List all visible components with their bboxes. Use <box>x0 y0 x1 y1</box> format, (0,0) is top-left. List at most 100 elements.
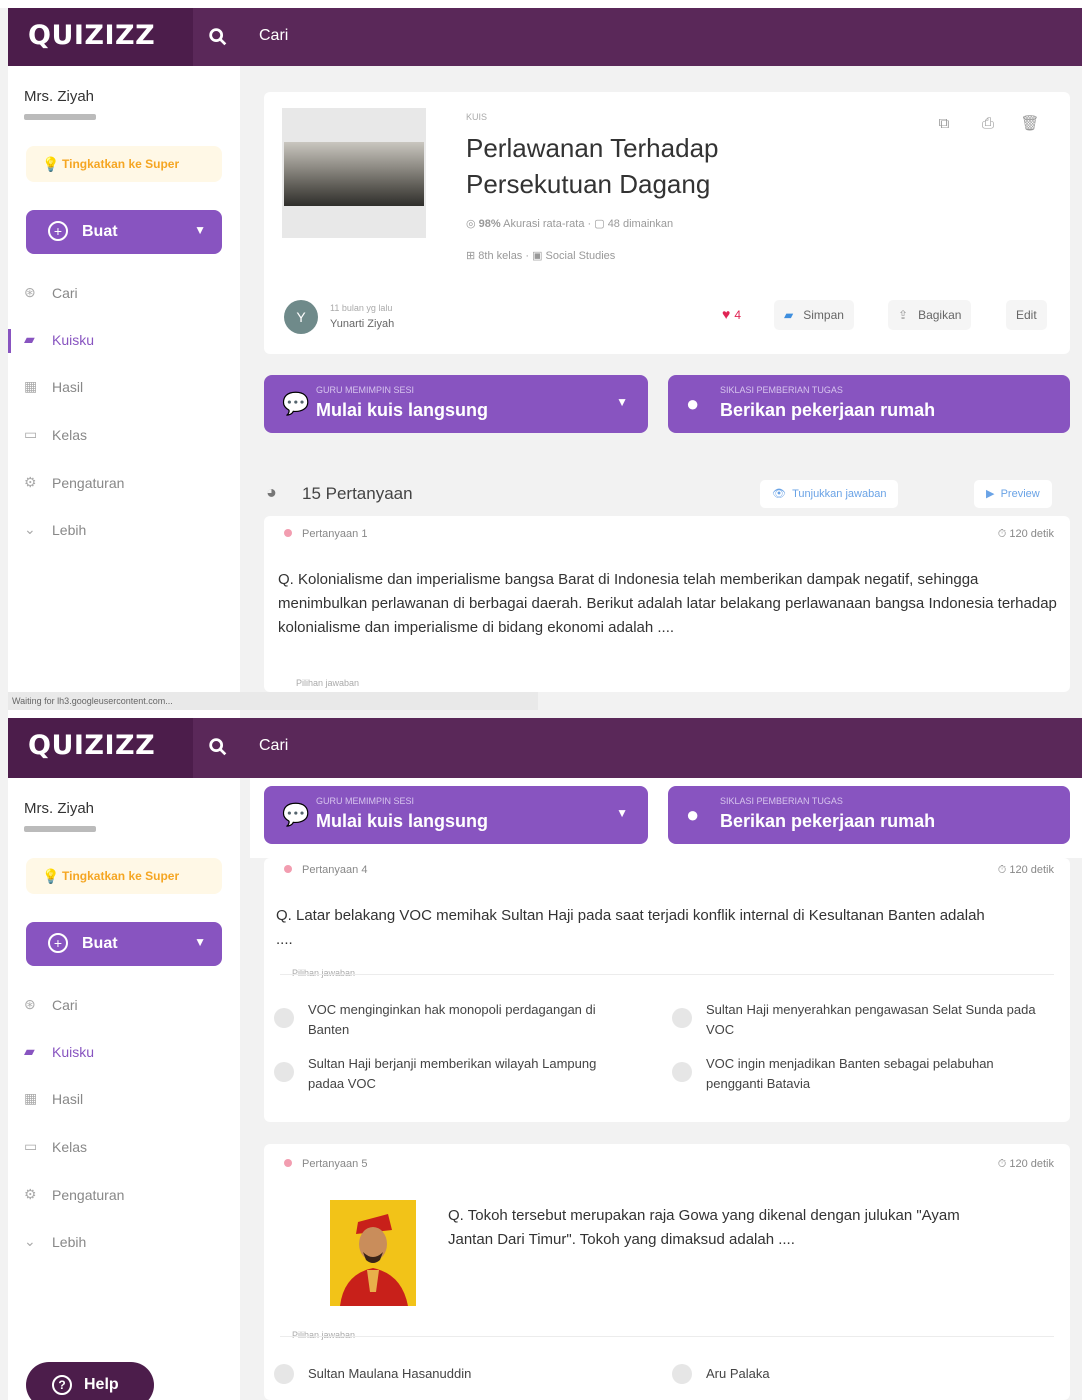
show-answers-label: Tunjukkan jawaban <box>792 488 887 500</box>
edit-button[interactable]: Edit <box>1006 300 1047 330</box>
answer-option[interactable]: VOC menginginkan hak monopoli perdaganga… <box>274 1000 608 1040</box>
plan-label <box>24 826 96 832</box>
share-button[interactable]: ⇪ Bagikan <box>888 300 972 330</box>
answer-option-text: Sultan Haji berjanji memberikan wilayah … <box>308 1056 597 1091</box>
show-answers-button[interactable]: 👁 Tunjukkan jawaban <box>760 480 899 508</box>
quizizz-logo[interactable]: QUIZIZZ <box>28 730 155 761</box>
live-quiz-button[interactable]: 💬 GURU MEMIMPIN SESI Mulai kuis langsung… <box>264 375 648 433</box>
accuracy-label: Akurasi rata-rata <box>503 218 585 230</box>
create-label: Buat <box>82 935 118 952</box>
answer-option-text: Sultan Haji menyerahkan pengawasan Selat… <box>706 1002 1036 1037</box>
radio-icon <box>274 1062 294 1082</box>
question-time: ⏱ 120 detik <box>997 864 1054 876</box>
sidebar-item-kuisku[interactable]: ▰ Kuisku <box>8 327 224 355</box>
upgrade-label: Tingkatkan ke Super <box>62 869 180 883</box>
author-name[interactable]: Yunarti Ziyah <box>330 318 394 330</box>
answer-option[interactable]: Sultan Maulana Hasanuddin <box>274 1364 608 1384</box>
plus-icon: + <box>48 933 68 953</box>
edit-label: Edit <box>1016 308 1037 322</box>
print-icon[interactable]: ⎙ <box>976 112 1000 136</box>
upgrade-button[interactable]: 💡 Tingkatkan ke Super <box>26 146 222 182</box>
save-label: Simpan <box>803 308 844 322</box>
portrait-figure <box>340 1214 408 1306</box>
search-input[interactable]: Cari <box>259 737 288 755</box>
create-button[interactable]: + Buat ▼ <box>26 210 222 254</box>
compass-icon: ⊛ <box>24 996 36 1012</box>
homework-caption: SIKLASI PEMBERIAN TUGAS <box>720 385 843 395</box>
sidebar-item-label: Kelas <box>52 427 88 443</box>
sidebar-item-hasil[interactable]: ▦ Hasil <box>24 374 224 402</box>
sidebar-item-label: Lebih <box>52 522 87 538</box>
sidebar-item-lebih[interactable]: ⌄ Lebih <box>24 517 224 545</box>
search-bar[interactable]: Cari <box>193 8 1082 66</box>
sidebar-item-cari[interactable]: ⊛ Cari <box>24 280 224 308</box>
radio-icon <box>672 1062 692 1082</box>
answer-option[interactable]: Sultan Haji berjanji memberikan wilayah … <box>274 1054 628 1094</box>
active-indicator <box>8 329 11 353</box>
sidebar-item-cari[interactable]: ⊛ Cari <box>24 992 224 1020</box>
create-label: Buat <box>82 223 118 240</box>
sidebar-item-label: Cari <box>52 997 78 1013</box>
teacher-name: Mrs. Ziyah <box>24 800 95 817</box>
radio-icon <box>274 1364 294 1384</box>
sidebar-item-label: Pengaturan <box>52 475 125 491</box>
plus-icon: + <box>48 221 68 241</box>
folder-icon: ▰ <box>784 308 794 322</box>
ship-painting-image <box>284 142 424 206</box>
question-label: Pertanyaan 5 <box>284 1158 367 1170</box>
homework-button[interactable]: ● SIKLASI PEMBERIAN TUGAS Berikan pekerj… <box>668 375 1070 433</box>
question-time-value: 120 detik <box>1009 864 1054 876</box>
answer-option[interactable]: VOC ingin menjadikan Banten sebagai pela… <box>672 1054 1026 1094</box>
homework-label: Berikan pekerjaan rumah <box>720 400 936 420</box>
avatar[interactable]: Y <box>284 300 318 334</box>
question-count: 15 Pertanyaan <box>302 484 413 503</box>
quiz-stats: ◎ 98% Akurasi rata-rata · ▢ 48 dimainkan <box>466 218 674 230</box>
plan-label <box>24 114 96 120</box>
question-mark-icon: ? <box>52 1375 72 1395</box>
answer-option[interactable]: Aru Palaka <box>672 1364 1006 1384</box>
grade-tag: 8th kelas <box>478 250 523 262</box>
top-bar: QUIZIZZ Cari <box>8 8 1082 66</box>
sidebar-item-kelas[interactable]: ▭ Kelas <box>24 422 224 450</box>
sidebar-item-kuisku[interactable]: ▰ Kuisku <box>24 1039 224 1067</box>
sidebar-item-hasil[interactable]: ▦ Hasil <box>24 1086 224 1114</box>
quizizz-logo[interactable]: QUIZIZZ <box>28 20 155 51</box>
sidebar-item-lebih[interactable]: ⌄ Lebih <box>24 1229 224 1257</box>
delete-icon[interactable]: 🗑 <box>1018 112 1042 136</box>
question-dot <box>284 865 292 873</box>
choices-label: Pilihan jawaban <box>292 1330 356 1340</box>
share-label: Bagikan <box>918 308 962 322</box>
upgrade-button[interactable]: 💡 Tingkatkan ke Super <box>26 858 222 894</box>
help-button[interactable]: ? Help <box>26 1362 154 1400</box>
answer-option[interactable]: Sultan Haji menyerahkan pengawasan Selat… <box>672 1000 1054 1040</box>
chevron-down-icon: ▼ <box>616 806 628 820</box>
author-time: 11 bulan yg lalu <box>330 303 393 313</box>
sidebar-item-label: Kelas <box>52 1139 88 1155</box>
search-bar[interactable]: Cari <box>193 718 1082 778</box>
classroom-icon: ▭ <box>24 1138 38 1154</box>
sidebar-item-kelas[interactable]: ▭ Kelas <box>24 1134 224 1162</box>
quiz-info-card: KUIS Perlawanan Terhadap Persekutuan Daga… <box>264 92 1070 354</box>
question-stack-icon: ◕ <box>266 482 277 502</box>
like-button[interactable]: ♥ 4 <box>722 306 741 322</box>
live-quiz-caption: GURU MEMIMPIN SESI <box>316 796 415 806</box>
question-time: ⏱ 120 detik <box>997 528 1054 540</box>
top-bar: QUIZIZZ Cari <box>8 718 1082 778</box>
question-time: ⏱ 120 detik <box>997 1158 1054 1170</box>
sidebar-item-label: Cari <box>52 285 78 301</box>
search-input[interactable]: Cari <box>259 27 288 45</box>
chevron-down-icon: ⌄ <box>24 521 36 537</box>
preview-button[interactable]: ▶ Preview <box>974 480 1052 508</box>
quiz-title: Perlawanan Terhadap Persekutuan Dagang <box>466 130 866 202</box>
sidebar-item-pengaturan[interactable]: ⚙ Pengaturan <box>24 470 224 498</box>
create-button[interactable]: + Buat ▼ <box>26 922 222 966</box>
copy-icon[interactable]: ⧉ <box>932 112 956 136</box>
chevron-down-icon: ▼ <box>616 395 628 409</box>
chart-icon: ▦ <box>24 378 38 394</box>
live-quiz-button[interactable]: 💬 GURU MEMIMPIN SESI Mulai kuis langsung… <box>264 786 648 844</box>
homework-button[interactable]: ● SIKLASI PEMBERIAN TUGAS Berikan pekerj… <box>668 786 1070 844</box>
question-number: Pertanyaan 1 <box>302 528 368 540</box>
question-number: Pertanyaan 5 <box>302 1158 368 1170</box>
sidebar-item-pengaturan[interactable]: ⚙ Pengaturan <box>24 1182 224 1210</box>
save-button[interactable]: ▰ Simpan <box>774 300 854 330</box>
